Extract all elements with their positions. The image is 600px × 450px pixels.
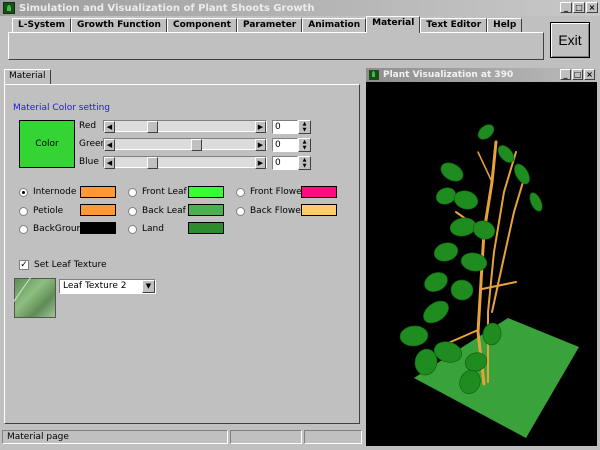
status-text: Material page — [2, 430, 228, 444]
blue-slider-thumb[interactable] — [147, 157, 158, 169]
radio-front-leaf[interactable]: Front Leaf — [128, 187, 187, 197]
green-value-field[interactable]: 0 — [272, 138, 298, 152]
main-tab-panel — [8, 32, 544, 60]
radio-button-icon[interactable] — [236, 187, 245, 197]
radio-label: Front Leaf — [142, 187, 187, 197]
plant-3d-canvas[interactable] — [366, 82, 597, 446]
radio-front-flower[interactable]: Front Flower — [236, 187, 305, 197]
tab-component[interactable]: Component — [166, 18, 237, 33]
red-label: Red — [79, 121, 97, 131]
blue-slider-left-arrow[interactable]: ◀ — [104, 157, 115, 169]
main-tab-row: L-System Growth Function Component Param… — [12, 16, 523, 33]
viz-close-button[interactable]: × — [584, 69, 595, 80]
plant-app-icon — [3, 2, 15, 14]
tab-help[interactable]: Help — [487, 18, 523, 33]
blue-value-field[interactable]: 0 — [272, 156, 298, 170]
radio-button-icon[interactable] — [19, 206, 28, 216]
petiole-color-swatch[interactable] — [80, 204, 116, 216]
radio-button-icon[interactable] — [19, 224, 28, 234]
viz-title: Plant Visualization at 390 — [383, 70, 514, 80]
radio-back-flower[interactable]: Back Flower — [236, 206, 305, 216]
radio-button-icon[interactable] — [128, 187, 137, 197]
green-slider-right-arrow[interactable]: ▶ — [255, 139, 266, 151]
radio-back-leaf[interactable]: Back Leaf — [128, 206, 186, 216]
checkbox-label: Set Leaf Texture — [34, 260, 107, 270]
green-slider-left-arrow[interactable]: ◀ — [104, 139, 115, 151]
radio-button-icon[interactable] — [128, 224, 137, 234]
status-cell-2 — [230, 430, 302, 444]
green-slider-thumb[interactable] — [191, 139, 202, 151]
close-button[interactable]: × — [586, 2, 598, 13]
radio-land[interactable]: Land — [128, 224, 164, 234]
main-title-bar: Simulation and Visualization of Plant Sh… — [0, 0, 600, 16]
viz-title-bar: Plant Visualization at 390 _ □ × — [366, 68, 597, 82]
status-cell-3 — [304, 430, 362, 444]
spin-down-icon[interactable]: ▼ — [299, 163, 310, 169]
tab-animation[interactable]: Animation — [302, 18, 367, 33]
radio-button-icon[interactable] — [128, 206, 137, 216]
viz-window-controls: _ □ × — [560, 69, 595, 80]
maximize-button[interactable]: □ — [573, 2, 585, 13]
plant-app-icon — [369, 70, 379, 80]
background-color-swatch[interactable] — [80, 222, 116, 234]
exit-button[interactable]: Exit — [550, 22, 590, 58]
radio-label: Front Flower — [250, 187, 306, 197]
radio-label: Internode — [33, 187, 77, 197]
blue-spinner[interactable]: ▲ ▼ — [298, 156, 311, 170]
radio-label: Back Leaf — [142, 206, 186, 216]
window-controls: _ □ × — [560, 2, 598, 13]
blue-label: Blue — [79, 157, 99, 167]
viz-maximize-button[interactable]: □ — [572, 69, 583, 80]
color-button[interactable]: Color — [19, 120, 75, 168]
green-slider[interactable]: ◀ ▶ — [103, 138, 267, 151]
front-leaf-color-swatch[interactable] — [188, 186, 224, 198]
red-slider-thumb[interactable] — [147, 121, 158, 133]
red-value-field[interactable]: 0 — [272, 120, 298, 134]
chevron-down-icon[interactable]: ▼ — [142, 280, 155, 293]
blue-slider[interactable]: ◀ ▶ — [103, 156, 267, 169]
viz-minimize-button[interactable]: _ — [560, 69, 571, 80]
window-title: Simulation and Visualization of Plant Sh… — [19, 2, 315, 14]
radio-button-icon[interactable] — [236, 206, 245, 216]
land-color-swatch[interactable] — [188, 222, 224, 234]
tab-growth-function[interactable]: Growth Function — [70, 18, 167, 33]
red-slider-left-arrow[interactable]: ◀ — [104, 121, 115, 133]
tab-parameter[interactable]: Parameter — [236, 18, 303, 33]
front-flower-color-swatch[interactable] — [301, 186, 337, 198]
back-leaf-color-swatch[interactable] — [188, 204, 224, 216]
radio-label: Land — [142, 224, 164, 234]
tab-l-system[interactable]: L-System — [12, 18, 71, 33]
radio-label: Petiole — [33, 206, 64, 216]
blue-slider-right-arrow[interactable]: ▶ — [255, 157, 266, 169]
radio-petiole[interactable]: Petiole — [19, 206, 63, 216]
red-slider[interactable]: ◀ ▶ — [103, 120, 267, 133]
tab-text-editor[interactable]: Text Editor — [420, 18, 488, 33]
tab-material-page[interactable]: Material — [4, 69, 51, 84]
set-leaf-texture-checkbox[interactable]: ✓ Set Leaf Texture — [19, 260, 107, 270]
red-slider-right-arrow[interactable]: ▶ — [255, 121, 266, 133]
plant-visualization-window: Plant Visualization at 390 _ □ × — [366, 68, 597, 446]
checkbox-check-icon[interactable]: ✓ — [19, 260, 29, 270]
leaf-texture-preview — [14, 278, 56, 318]
internode-color-swatch[interactable] — [80, 186, 116, 198]
spin-down-icon[interactable]: ▼ — [299, 145, 310, 151]
green-spinner[interactable]: ▲ ▼ — [298, 138, 311, 152]
status-bar: Material page — [2, 430, 364, 444]
spin-down-icon[interactable]: ▼ — [299, 127, 310, 133]
radio-background[interactable]: BackGround — [19, 224, 88, 234]
leaf-texture-select[interactable]: Leaf Texture 2 ▼ — [59, 279, 156, 294]
radio-button-icon[interactable] — [19, 187, 28, 197]
minimize-button[interactable]: _ — [560, 2, 572, 13]
radio-label: Back Flower — [250, 206, 305, 216]
red-spinner[interactable]: ▲ ▼ — [298, 120, 311, 134]
back-flower-color-swatch[interactable] — [301, 204, 337, 216]
color-setting-title: Material Color setting — [13, 103, 110, 113]
main-tab-area: L-System Growth Function Component Param… — [4, 16, 546, 64]
tab-material[interactable]: Material — [366, 16, 421, 33]
leaf-texture-select-value: Leaf Texture 2 — [63, 281, 127, 291]
radio-internode[interactable]: Internode — [19, 187, 76, 197]
